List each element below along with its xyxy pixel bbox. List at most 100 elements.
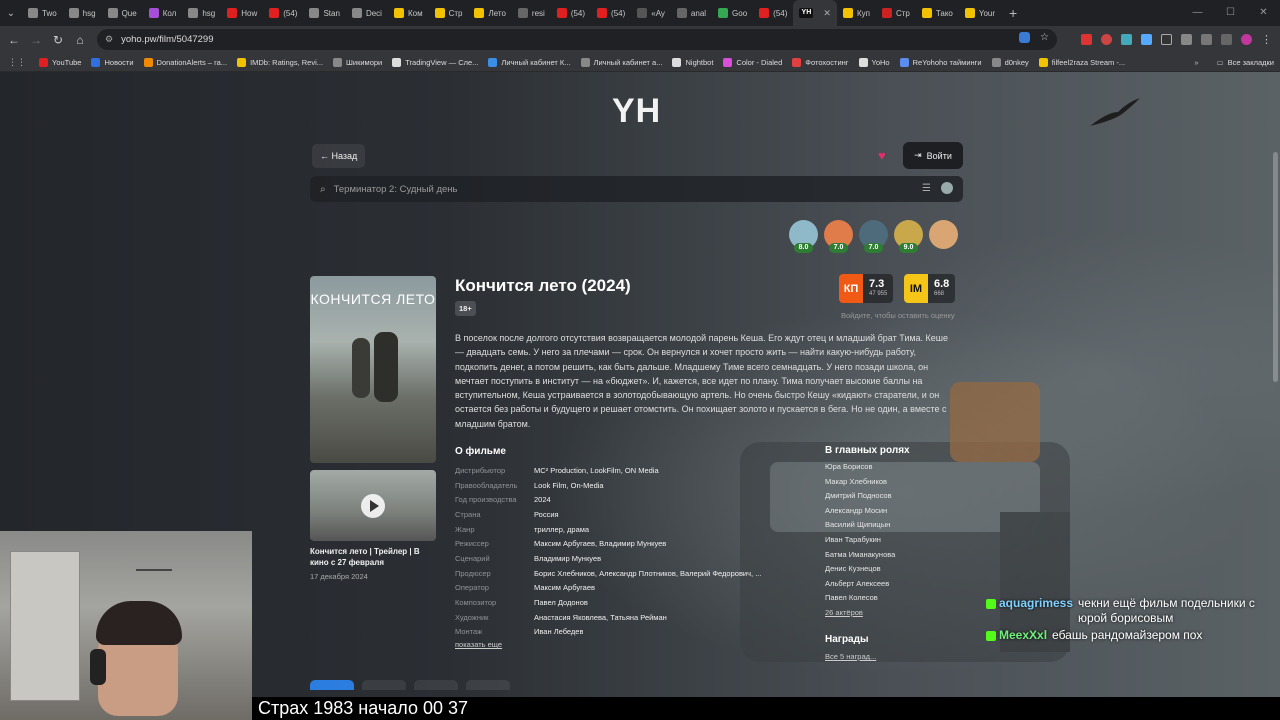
info-value[interactable]: Россия: [534, 510, 559, 519]
bookmark-item[interactable]: Фотохостинг: [787, 57, 853, 67]
site-logo[interactable]: YH: [612, 92, 661, 131]
browser-tab[interactable]: YH ✕: [793, 0, 837, 26]
settings-icon[interactable]: [941, 182, 953, 194]
tab-search-icon[interactable]: ⌄: [0, 0, 22, 26]
extension-icon[interactable]: [1121, 34, 1132, 45]
browser-tab[interactable]: Goo: [712, 0, 753, 26]
cast-member[interactable]: Альберт Алексеев: [825, 577, 895, 592]
bookmark-item[interactable]: Новости: [86, 57, 138, 67]
info-value[interactable]: MC² Production, LookFilm, ON Media: [534, 466, 659, 475]
info-value[interactable]: Look Film, On-Media: [534, 481, 604, 490]
awards-link[interactable]: Все 5 наград...: [825, 652, 876, 661]
bookmark-item[interactable]: TradingView — Сле...: [387, 57, 483, 67]
user-avatar[interactable]: 7.0: [824, 220, 853, 253]
user-avatar[interactable]: 8.0: [789, 220, 818, 253]
bookmark-item[interactable]: YouTube: [34, 57, 86, 67]
browser-tab[interactable]: (54): [263, 0, 303, 26]
browser-tab[interactable]: (54): [551, 0, 591, 26]
back-button[interactable]: ← Назад: [312, 144, 366, 168]
filter-icon[interactable]: ☰: [922, 183, 931, 194]
browser-tab[interactable]: Deci: [346, 0, 388, 26]
cast-member[interactable]: Дмитрий Подносов: [825, 489, 895, 504]
user-avatar[interactable]: 9.0: [894, 220, 923, 253]
info-value[interactable]: Павел Додонов: [534, 598, 588, 607]
site-info-icon[interactable]: ⚙: [105, 34, 113, 45]
user-avatar[interactable]: [929, 220, 958, 249]
browser-tab[interactable]: (54): [753, 0, 793, 26]
cast-member[interactable]: Александр Мосин: [825, 504, 895, 519]
cast-member[interactable]: Батма Иманакунова: [825, 548, 895, 563]
browser-tab[interactable]: Куп: [837, 0, 876, 26]
extensions-puzzle-icon[interactable]: [1201, 34, 1212, 45]
browser-tab[interactable]: Stan: [303, 0, 345, 26]
browser-tab[interactable]: anal: [671, 0, 712, 26]
browser-tab[interactable]: Ком: [388, 0, 429, 26]
all-bookmarks[interactable]: » ▭ Все закладки: [1188, 53, 1274, 71]
info-value[interactable]: Максим Арбугаев, Владимир Мункуев: [534, 539, 666, 548]
imdb-rating[interactable]: IM 6.8 668: [904, 274, 956, 303]
all-cast-link[interactable]: 26 актёров: [825, 606, 895, 621]
bookmark-item[interactable]: Личный кабинет К...: [483, 57, 575, 67]
rate-hint[interactable]: Войдите, чтобы оставить оценку: [841, 311, 955, 320]
login-button[interactable]: ⇥ Войти: [903, 142, 963, 169]
minimize-icon[interactable]: —: [1181, 0, 1214, 26]
browser-tab[interactable]: «Ay: [631, 0, 671, 26]
film-poster[interactable]: КОНЧИТСЯ ЛЕТО: [310, 276, 436, 463]
kinopoisk-rating[interactable]: КП 7.3 47 955: [839, 274, 894, 303]
cast-member[interactable]: Денис Кузнецов: [825, 562, 895, 577]
browser-tab[interactable]: How: [221, 0, 263, 26]
browser-tab[interactable]: Стр: [429, 0, 469, 26]
bookmark-item[interactable]: IMDb: Ratings, Revi...: [232, 57, 328, 67]
chevron-right-icon[interactable]: »: [1194, 58, 1198, 67]
trailer-title[interactable]: Кончится лето | Трейлер | В кино с 27 фе…: [310, 546, 440, 568]
bookmark-item[interactable]: Шикимори: [328, 57, 387, 67]
browser-tab[interactable]: Your: [959, 0, 1001, 26]
browser-tab[interactable]: (54): [591, 0, 631, 26]
content-tab[interactable]: [362, 680, 406, 690]
browser-tab[interactable]: Стр: [876, 0, 916, 26]
menu-kebab-icon[interactable]: ⋮: [1261, 33, 1272, 46]
info-value[interactable]: Иван Лебедев: [534, 627, 583, 636]
bookmark-item[interactable]: Личный кабинет а...: [576, 57, 668, 67]
browser-tab[interactable]: hsg: [63, 0, 102, 26]
browser-tab[interactable]: resi: [512, 0, 551, 26]
page-scrollbar[interactable]: [1273, 152, 1278, 382]
info-value[interactable]: триллер, драма: [534, 525, 589, 534]
bookmark-item[interactable]: ReYohoho тайминги: [895, 57, 987, 67]
cast-member[interactable]: Юра Борисов: [825, 460, 895, 475]
bookmark-item[interactable]: Color - Dialed: [718, 57, 787, 67]
browser-tab[interactable]: Тако: [916, 0, 959, 26]
info-value[interactable]: Анастасия Яковлева, Татьяна Рейман: [534, 613, 667, 622]
bookmark-item[interactable]: filfeel2raza Stream -...: [1034, 57, 1130, 67]
info-value[interactable]: Максим Арбугаев: [534, 583, 595, 592]
apps-grid-icon[interactable]: ⋮⋮: [0, 57, 34, 68]
cast-member[interactable]: Василий Щипицын: [825, 518, 895, 533]
extension-icon[interactable]: [1181, 34, 1192, 45]
extension-icon[interactable]: [1141, 34, 1152, 45]
info-value[interactable]: Владимир Мункуев: [534, 554, 601, 563]
bookmark-item[interactable]: YoHo: [854, 57, 895, 67]
maximize-icon[interactable]: ☐: [1214, 0, 1247, 26]
browser-tab[interactable]: Que: [102, 0, 143, 26]
bookmark-item[interactable]: DonationAlerts – га...: [139, 57, 233, 67]
browser-tab[interactable]: hsg: [182, 0, 221, 26]
play-icon[interactable]: [361, 494, 385, 518]
browser-tab[interactable]: Two: [22, 0, 63, 26]
reload-icon[interactable]: ↻: [47, 33, 69, 47]
trailer-thumbnail[interactable]: [310, 470, 436, 541]
content-tab[interactable]: [310, 680, 354, 690]
heart-icon[interactable]: ♥: [878, 148, 886, 163]
user-avatar[interactable]: 7.0: [859, 220, 888, 253]
close-tab-icon[interactable]: ✕: [823, 8, 831, 19]
home-icon[interactable]: ⌂: [69, 33, 91, 47]
address-bar[interactable]: ⚙ yoho.pw/film/5047299 ☆: [97, 29, 1057, 50]
bookmark-star-icon[interactable]: ☆: [1040, 32, 1049, 43]
show-more-link[interactable]: показать еще: [455, 640, 502, 649]
side-panel-icon[interactable]: [1221, 34, 1232, 45]
extension-icon[interactable]: [1161, 34, 1172, 45]
extension-icon[interactable]: [1081, 34, 1092, 45]
browser-tab[interactable]: Лето: [468, 0, 511, 26]
search-input[interactable]: ⌕ Терминатор 2: Судный день ☰: [310, 176, 963, 202]
browser-tab[interactable]: Кол: [143, 0, 183, 26]
install-app-icon[interactable]: [1019, 32, 1031, 43]
